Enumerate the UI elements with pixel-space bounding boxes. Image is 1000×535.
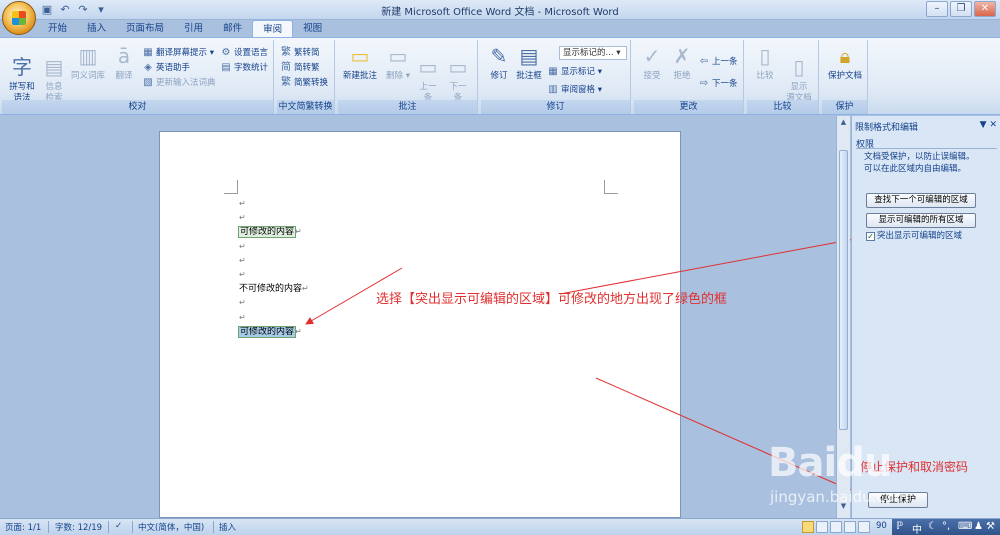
- checkbox-check-icon: ✓: [866, 232, 875, 241]
- scroll-up-icon[interactable]: ▲: [839, 118, 848, 130]
- watermark-brand: Baidu: [768, 440, 892, 486]
- status-separator: [132, 521, 133, 533]
- status-word-count[interactable]: 字数: 12/19: [55, 521, 102, 533]
- find-next-region-button[interactable]: 查找下一个可编辑的区域: [866, 193, 976, 208]
- proofing-status-icon[interactable]: ✓: [115, 521, 122, 531]
- pane-title: 限制格式和编辑 ▼ ✕: [855, 120, 997, 133]
- moon-icon[interactable]: ☾: [928, 521, 937, 532]
- status-separator: [108, 521, 109, 533]
- office-logo-icon: [12, 11, 26, 25]
- print-layout-view-icon[interactable]: [802, 521, 814, 533]
- draft-view-icon[interactable]: [858, 521, 870, 533]
- pane-description: 文档受保护，以防止误编辑。 可以在此区域内自由编辑。: [864, 152, 975, 174]
- pane-section-permissions: 权限: [856, 137, 997, 150]
- status-separator: [48, 521, 49, 533]
- tool-icon[interactable]: ⚒: [986, 521, 995, 532]
- punctuation-icon[interactable]: °,: [942, 521, 950, 532]
- arrow-to-editable: [305, 267, 403, 325]
- status-separator: [213, 521, 214, 533]
- full-screen-view-icon[interactable]: [816, 521, 828, 533]
- arrow-to-checkbox: [559, 235, 861, 295]
- office-button[interactable]: [2, 1, 36, 35]
- scroll-thumb[interactable]: [839, 150, 848, 430]
- status-insert-mode[interactable]: 插入: [219, 521, 236, 533]
- pane-close-icon[interactable]: ▼ ✕: [980, 120, 997, 130]
- web-layout-view-icon[interactable]: [830, 521, 842, 533]
- ime-icon[interactable]: ℙ: [896, 521, 903, 532]
- baidu-watermark: Baidu jingyan.baidu.com: [768, 440, 1000, 518]
- user-icon[interactable]: ♟: [974, 521, 983, 532]
- status-bar: 页面: 1/1 字数: 12/19 ✓ 中文(简体，中国) 插入 90 ℙ 中 …: [0, 518, 1000, 535]
- system-tray: ℙ 中 ☾ °, ⌨ ♟ ⚒: [892, 519, 1000, 535]
- status-page[interactable]: 页面: 1/1: [5, 521, 41, 533]
- outline-view-icon[interactable]: [844, 521, 856, 533]
- highlight-regions-checkbox[interactable]: ✓ 突出显示可编辑的区域: [866, 229, 962, 241]
- show-all-regions-button[interactable]: 显示可编辑的所有区域: [866, 213, 976, 228]
- chinese-mode-icon[interactable]: 中: [912, 521, 922, 535]
- keyboard-icon[interactable]: ⌨: [958, 521, 972, 532]
- watermark-sub: jingyan.baidu.com: [770, 488, 909, 506]
- zoom-level[interactable]: 90: [876, 521, 887, 531]
- status-language[interactable]: 中文(简体，中国): [138, 521, 204, 533]
